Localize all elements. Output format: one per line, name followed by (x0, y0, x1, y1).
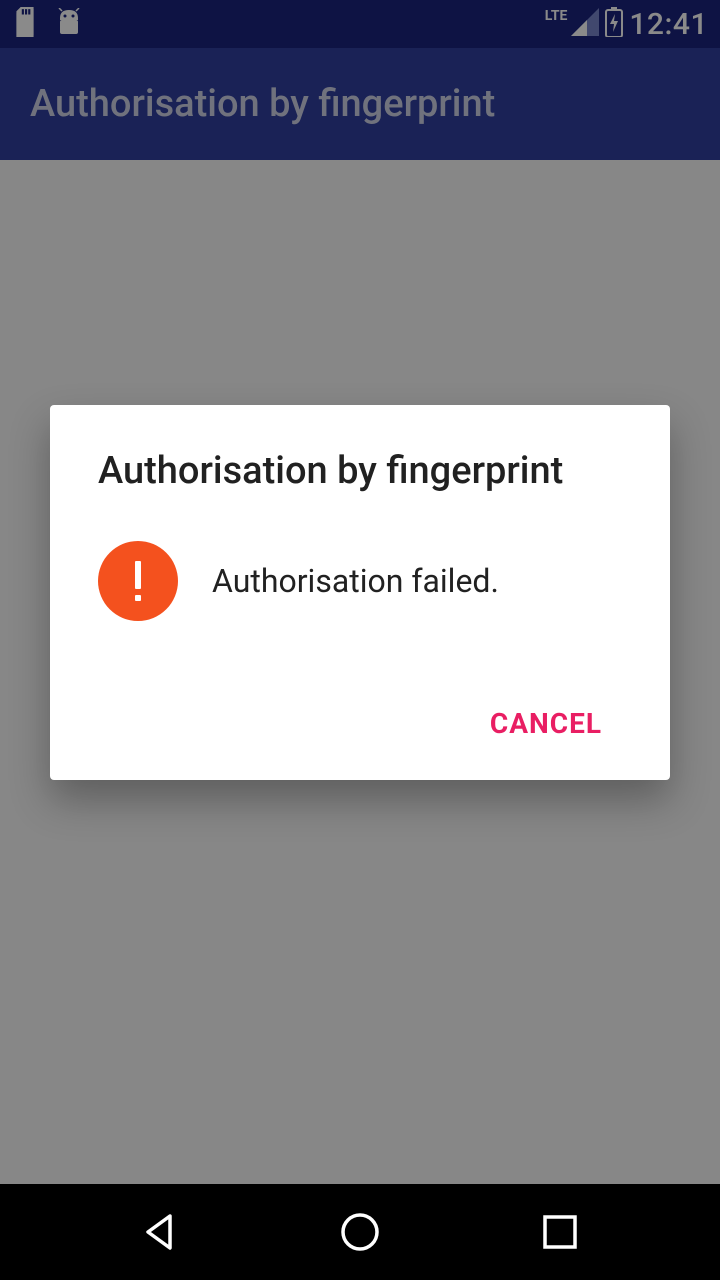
home-button[interactable] (332, 1204, 388, 1260)
dialog-actions: CANCEL (98, 691, 622, 756)
dialog-scrim[interactable]: Authorisation by fingerprint Authorisati… (0, 0, 720, 1184)
dialog-message: Authorisation failed. (212, 562, 499, 600)
cancel-button[interactable]: CANCEL (470, 691, 622, 756)
navigation-bar (0, 1184, 720, 1280)
recents-button[interactable] (532, 1204, 588, 1260)
dialog-title: Authorisation by fingerprint (98, 449, 622, 493)
fingerprint-dialog: Authorisation by fingerprint Authorisati… (50, 405, 670, 780)
back-button[interactable] (132, 1204, 188, 1260)
error-icon (98, 541, 178, 621)
dialog-body: Authorisation failed. (98, 541, 622, 621)
